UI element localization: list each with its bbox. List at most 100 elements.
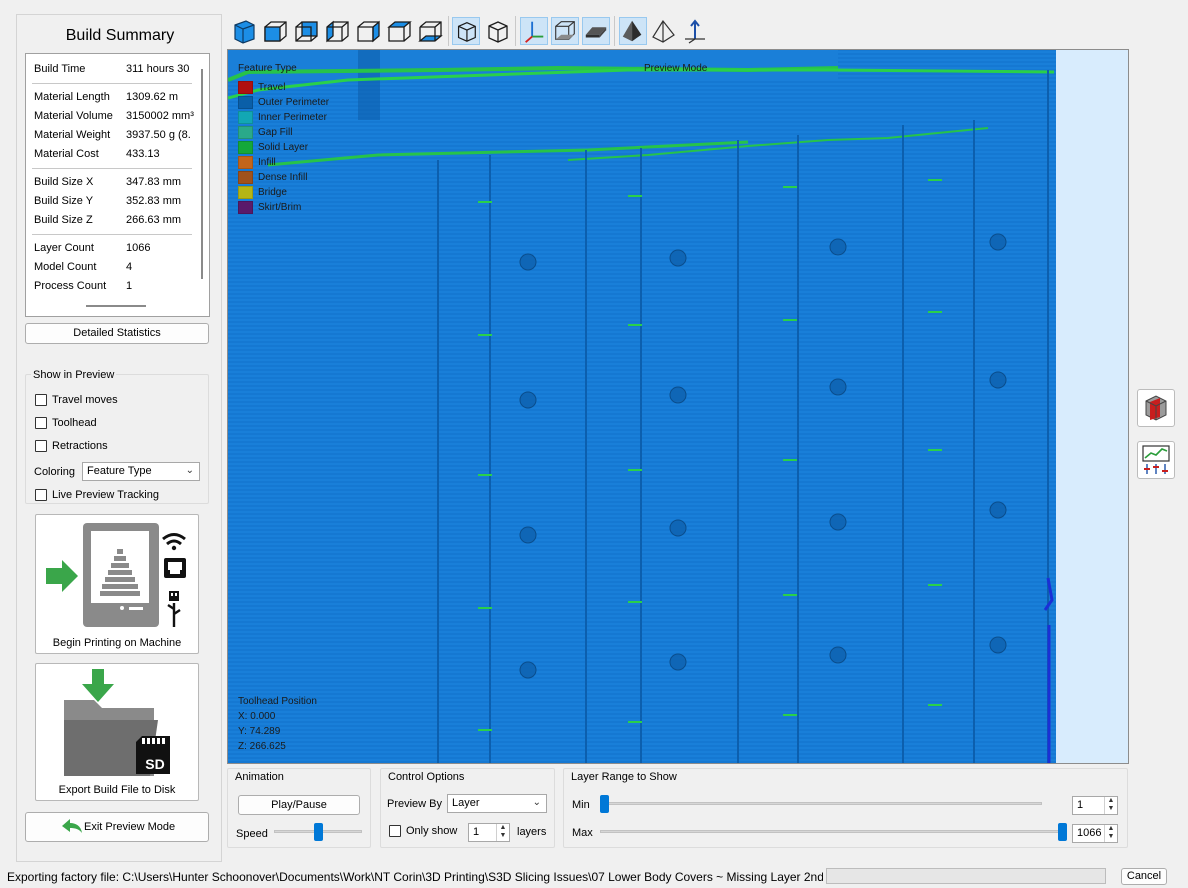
view-back-button[interactable] bbox=[292, 17, 320, 45]
max-layer-spinbox[interactable]: 1066 ▲ ▼ bbox=[1072, 824, 1118, 843]
stat-material-weight: Material Weight 3937.50 g (8. bbox=[34, 129, 191, 141]
solid-shading-button[interactable] bbox=[619, 17, 647, 45]
min-layer-spinbox[interactable]: 1 ▲ ▼ bbox=[1072, 796, 1118, 815]
orthographic-view-button[interactable] bbox=[483, 17, 511, 45]
spin-arrows-icon[interactable]: ▲ ▼ bbox=[1104, 797, 1117, 814]
cube-iso-icon bbox=[234, 20, 255, 44]
control-options-title: Control Options bbox=[386, 771, 467, 783]
speed-slider-thumb[interactable] bbox=[314, 823, 323, 841]
view-top-button[interactable] bbox=[385, 17, 413, 45]
legend-title: Feature Type bbox=[238, 63, 297, 74]
move-origin-button[interactable] bbox=[681, 17, 709, 45]
status-text: Exporting factory file: C:\Users\Hunter … bbox=[7, 870, 823, 884]
coloring-label: Coloring bbox=[34, 466, 75, 478]
live-preview-tracking-checkbox[interactable]: Live Preview Tracking bbox=[35, 489, 159, 501]
stat-material-length: Material Length 1309.62 m bbox=[34, 91, 178, 103]
control-options-group: Control Options Preview By Layer ⌄ Only … bbox=[380, 768, 555, 848]
build-stats-box: Build Time 311 hours 30 Material Length 13… bbox=[25, 53, 210, 317]
perspective-icon bbox=[457, 22, 476, 42]
min-label: Min bbox=[572, 799, 590, 811]
stat-build-time: Build Time 311 hours 30 bbox=[34, 63, 190, 75]
preview-mode-label: Preview Mode bbox=[644, 63, 708, 74]
chevron-down-icon: ⌄ bbox=[532, 797, 541, 808]
only-show-checkbox[interactable]: Only show bbox=[389, 825, 457, 837]
export-build-file-button[interactable]: SD Export Build File to Disk bbox=[35, 663, 199, 801]
axes-icon bbox=[525, 21, 544, 43]
wireframe-button[interactable] bbox=[650, 17, 678, 45]
cube-front-icon bbox=[264, 21, 287, 42]
retractions-checkbox[interactable]: Retractions bbox=[35, 440, 108, 452]
wire-pyramid-icon bbox=[652, 19, 675, 43]
only-show-layers-spinbox[interactable]: 1 ▲ ▼ bbox=[468, 823, 510, 842]
stat-build-size-x: Build Size X 347.83 mm bbox=[34, 176, 182, 188]
max-layer-slider-thumb[interactable] bbox=[1058, 823, 1067, 841]
cross-section-button[interactable] bbox=[1137, 389, 1175, 427]
min-layer-slider-track[interactable] bbox=[600, 802, 1042, 805]
max-layer-slider-track[interactable] bbox=[600, 830, 1066, 833]
show-build-volume-button[interactable] bbox=[551, 17, 579, 45]
stat-build-size-y: Build Size Y 352.83 mm bbox=[34, 195, 182, 207]
build-volume-icon bbox=[555, 21, 575, 40]
perspective-view-button[interactable] bbox=[452, 17, 480, 45]
exit-preview-mode-label: Exit Preview Mode bbox=[84, 821, 176, 833]
detailed-statistics-button[interactable]: Detailed Statistics bbox=[25, 323, 209, 344]
show-bed-button[interactable] bbox=[582, 17, 610, 45]
stat-build-size-z: Build Size Z 266.63 mm bbox=[34, 214, 182, 226]
toolhead-z: Z: 266.625 bbox=[238, 741, 286, 752]
layers-label: layers bbox=[517, 826, 547, 838]
spin-arrows-icon[interactable]: ▲ ▼ bbox=[496, 824, 509, 841]
stats-horizontal-scrollbar[interactable] bbox=[86, 305, 146, 307]
export-progress-bar bbox=[826, 868, 1106, 884]
exit-preview-mode-button[interactable]: Exit Preview Mode bbox=[25, 812, 209, 842]
begin-printing-button[interactable]: Begin Printing on Machine bbox=[35, 514, 199, 654]
preview-by-select[interactable]: Layer ⌄ bbox=[447, 794, 547, 813]
origin-arrow-icon bbox=[685, 19, 705, 44]
legend-item: Dense Infill bbox=[238, 170, 307, 185]
view-left-button[interactable] bbox=[323, 17, 351, 45]
graph-settings-icon bbox=[1142, 445, 1170, 474]
legend-item: Travel bbox=[238, 80, 285, 95]
view-bottom-button[interactable] bbox=[416, 17, 444, 45]
travel-moves-checkbox[interactable]: Travel moves bbox=[35, 394, 118, 406]
printer-icon bbox=[46, 523, 186, 627]
toolbar-separator bbox=[515, 16, 516, 46]
cube-left-icon bbox=[326, 20, 349, 43]
toolhead-position-title: Toolhead Position bbox=[238, 696, 317, 707]
stats-vertical-scrollbar[interactable] bbox=[201, 69, 203, 279]
max-label: Max bbox=[572, 827, 593, 839]
legend-item: Solid Layer bbox=[238, 140, 308, 155]
stat-divider bbox=[32, 83, 192, 84]
legend-item: Bridge bbox=[238, 185, 287, 200]
cancel-button[interactable]: Cancel bbox=[1121, 868, 1167, 885]
show-in-preview-group: Show in Preview Travel moves Toolhead Re… bbox=[25, 369, 209, 504]
toolbar-separator bbox=[614, 16, 615, 46]
show-axes-button[interactable] bbox=[520, 17, 548, 45]
stat-material-volume: Material Volume 3150002 mm³ bbox=[34, 110, 194, 122]
legend-item: Infill bbox=[238, 155, 276, 170]
min-layer-slider-thumb[interactable] bbox=[600, 795, 609, 813]
export-build-file-label: Export Build File to Disk bbox=[58, 784, 176, 796]
cube-right-icon bbox=[357, 20, 380, 43]
animation-group: Animation Play/Pause Speed bbox=[227, 768, 371, 848]
toolhead-checkbox[interactable]: Toolhead bbox=[35, 417, 97, 429]
folder-sd-icon bbox=[64, 669, 170, 776]
sd-card-label: SD bbox=[145, 756, 165, 772]
begin-printing-label: Begin Printing on Machine bbox=[52, 637, 182, 649]
view-front-button[interactable] bbox=[261, 17, 289, 45]
preview-viewport[interactable]: Feature Type Preview Mode Travel Outer P… bbox=[227, 49, 1129, 764]
view-iso-button[interactable] bbox=[230, 17, 258, 45]
legend-item: Gap Fill bbox=[238, 125, 292, 140]
stat-process-count: Process Count 1 bbox=[34, 280, 133, 292]
spin-arrows-icon[interactable]: ▲ ▼ bbox=[1104, 825, 1117, 842]
stat-material-cost: Material Cost 433.13 bbox=[34, 148, 160, 160]
toolhead-x: X: 0.000 bbox=[238, 711, 276, 722]
chevron-down-icon: ⌄ bbox=[185, 465, 194, 476]
play-pause-button[interactable]: Play/Pause bbox=[238, 795, 360, 815]
section-cube-icon bbox=[1145, 395, 1167, 421]
legend-item: Inner Perimeter bbox=[238, 110, 327, 125]
speed-graph-button[interactable] bbox=[1137, 441, 1175, 479]
coloring-select[interactable]: Feature Type ⌄ bbox=[82, 462, 200, 481]
back-arrow-icon bbox=[62, 819, 82, 833]
bed-icon bbox=[585, 27, 607, 38]
view-right-button[interactable] bbox=[354, 17, 382, 45]
